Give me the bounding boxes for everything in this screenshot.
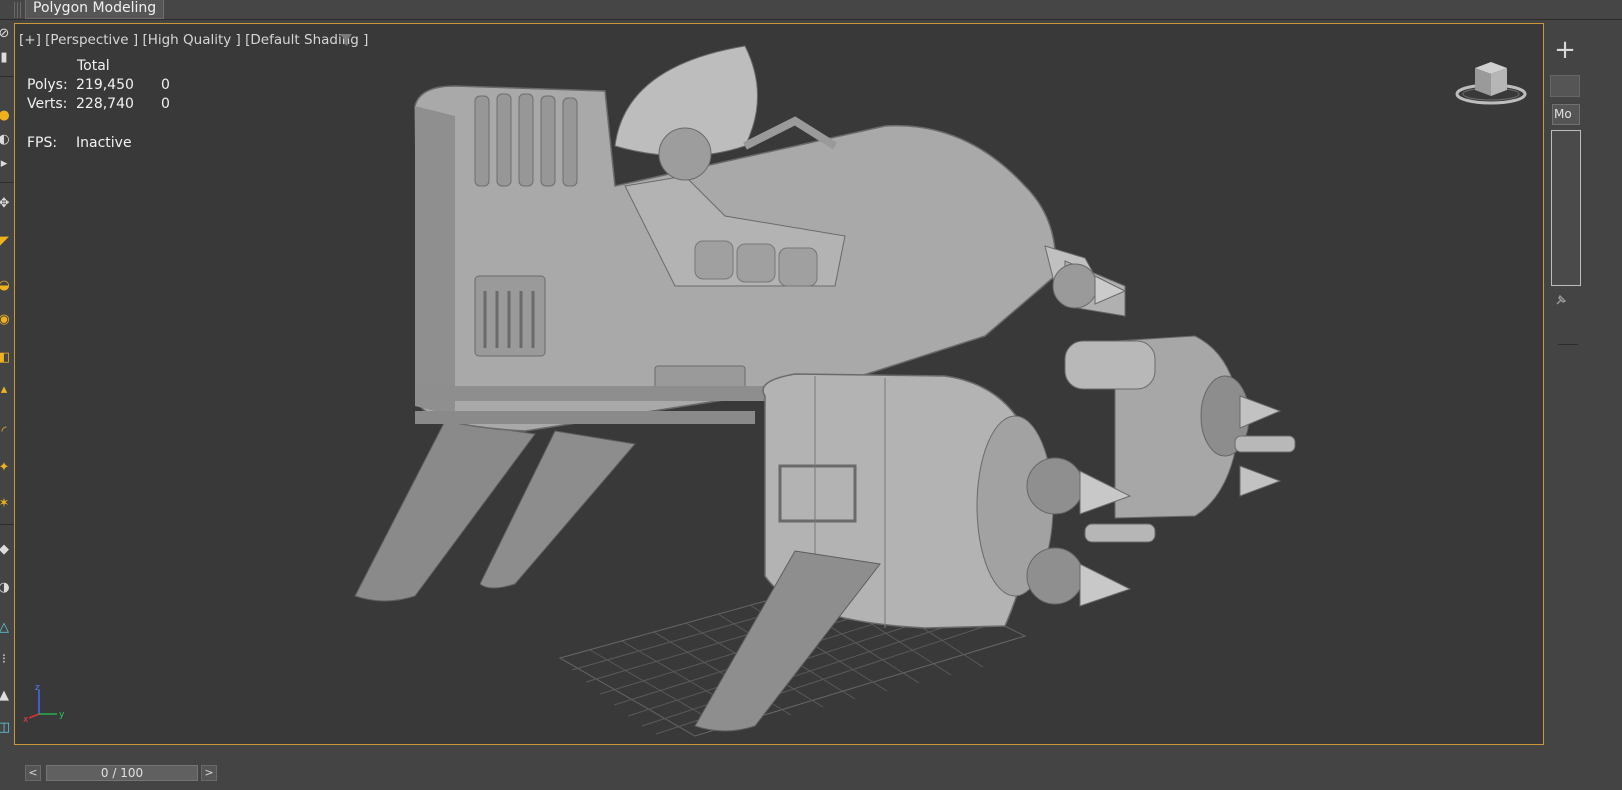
- select-move-icon[interactable]: ✥: [0, 196, 12, 212]
- plus-icon[interactable]: +: [1552, 37, 1578, 64]
- tab-polygon-modeling[interactable]: Polygon Modeling: [25, 0, 165, 19]
- left-toolbar: ⊘ ▮ ● ◐ ▸ ✥ ◤ ◒ ◉ ◧ ▴ ◜ ✦ ✶ ◆ ◑ △ ⁝ ▲ ◫: [0, 20, 14, 765]
- modifier-stack-list[interactable]: [1551, 130, 1581, 286]
- render-setup-icon[interactable]: ◑: [0, 580, 12, 596]
- select-by-name-icon[interactable]: ▸: [0, 156, 12, 172]
- axis-z-label: z: [35, 684, 40, 693]
- axis-x-label: x: [23, 715, 29, 725]
- fps-value: Inactive: [76, 135, 132, 151]
- viewcube[interactable]: [1453, 56, 1529, 108]
- 3dsmax-window: Polygon Modeling ⊘ ▮ ● ◐ ▸ ✥ ◤ ◒ ◉ ◧ ▴ ◜…: [0, 0, 1622, 790]
- select-rotate-icon[interactable]: ◤: [0, 234, 12, 250]
- time-next-button[interactable]: >: [201, 765, 217, 781]
- mirror-icon[interactable]: ✦: [0, 460, 12, 476]
- select-object-icon[interactable]: ◐: [0, 132, 12, 148]
- bind-space-warp-icon[interactable]: ●: [0, 108, 12, 124]
- unlink-icon[interactable]: ▮: [0, 50, 12, 66]
- angle-snap-icon[interactable]: ◧: [0, 350, 12, 366]
- render-icon[interactable]: ▲: [0, 688, 12, 704]
- modifier-list-dropdown[interactable]: Mo: [1552, 104, 1580, 125]
- toolbar-divider: [0, 76, 14, 77]
- time-prev-button[interactable]: <: [25, 765, 41, 781]
- pin-stack-icon[interactable]: [1554, 293, 1568, 307]
- object-name-field[interactable]: [1550, 75, 1580, 97]
- verts-label: Verts:: [27, 96, 68, 112]
- panel-divider: [1558, 344, 1578, 345]
- time-slider-thumb[interactable]: 0 / 100: [46, 765, 198, 781]
- stats-total-header: Total: [77, 58, 110, 74]
- polys-label: Polys:: [27, 77, 68, 93]
- align-icon[interactable]: ✶: [0, 496, 12, 512]
- polys-total-value: 219,450: [76, 77, 134, 93]
- spinner-snap-icon[interactable]: ◜: [0, 424, 12, 440]
- command-panel: + Mo: [1546, 20, 1622, 765]
- render-production-icon[interactable]: ◫: [0, 720, 12, 736]
- select-scale-icon[interactable]: ◒: [0, 278, 12, 294]
- material-editor-icon[interactable]: ◆: [0, 542, 12, 558]
- toolbar-divider: [0, 524, 14, 525]
- more-tools-icon[interactable]: ⁝: [0, 652, 12, 668]
- verts-total-value: 228,740: [76, 96, 134, 112]
- perspective-viewport[interactable]: [+] [Perspective ] [High Quality ] [Defa…: [14, 23, 1544, 745]
- axis-tripod-gizmo: z y x: [23, 684, 65, 725]
- hover-vehicle-model[interactable]: [325, 36, 1315, 745]
- ribbon-grip-handle[interactable]: [14, 2, 22, 18]
- verts-selected-value: 0: [161, 96, 170, 112]
- time-slider-bar: < 0 / 100 >: [0, 765, 1622, 790]
- snap-toggle-icon[interactable]: ◉: [0, 312, 12, 328]
- axis-y-label: y: [59, 710, 65, 720]
- fps-label: FPS:: [27, 135, 58, 151]
- viewport-label-menu[interactable]: [+] [Perspective ] [High Quality ] [Defa…: [19, 32, 368, 48]
- ribbon-bar: Polygon Modeling: [0, 0, 1622, 20]
- render-frame-icon[interactable]: △: [0, 620, 12, 636]
- link-icon[interactable]: ⊘: [0, 26, 12, 42]
- percent-snap-icon[interactable]: ▴: [0, 382, 12, 398]
- polys-selected-value: 0: [161, 77, 170, 93]
- toolbar-divider: [0, 182, 14, 183]
